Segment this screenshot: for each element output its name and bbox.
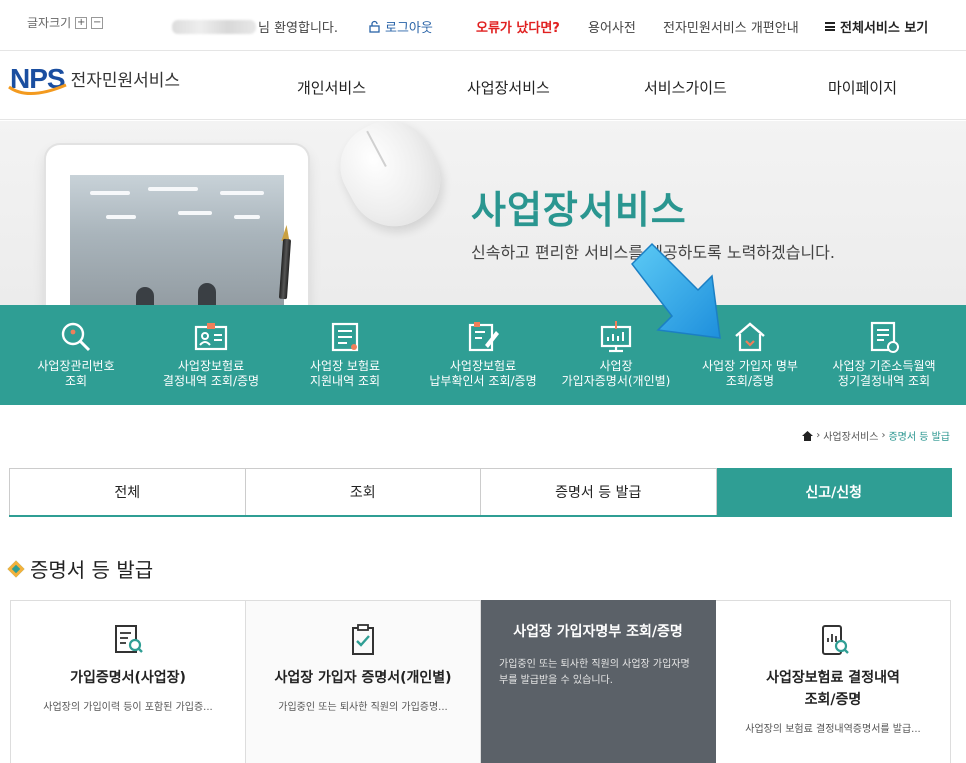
- nps-logo[interactable]: NPS 전자민원서비스: [8, 65, 181, 95]
- blurred-user-name: [172, 19, 256, 34]
- renewal-notice-link[interactable]: 전자민원서비스 개편안내: [663, 17, 799, 36]
- tab-inquiry[interactable]: 조회: [245, 468, 481, 515]
- card-business-certificate[interactable]: 가입증명서(사업장) 사업장의 가입이력 등이 포함된 가입증...: [10, 600, 246, 763]
- font-size-control: 글자크기 + −: [27, 14, 104, 31]
- gnb-personal-service[interactable]: 개인서비스: [297, 77, 366, 98]
- quick-label-line1: 사업장 보험료: [309, 359, 381, 373]
- quick-premium-decision[interactable]: 사업장보험료 결정내역 조회/증명: [150, 305, 272, 405]
- quick-business-number-lookup[interactable]: 사업장관리번호 조회: [20, 305, 132, 405]
- quick-standard-income[interactable]: 사업장 기준소득월액 정기결정내역 조회: [822, 305, 946, 405]
- menu-icon: [825, 22, 835, 31]
- quick-premium-support[interactable]: 사업장 보험료 지원내역 조회: [290, 305, 400, 405]
- breadcrumb-separator: ›: [881, 430, 886, 441]
- logout-link[interactable]: 로그아웃: [368, 17, 433, 36]
- breadcrumb-separator: ›: [816, 430, 821, 441]
- logout-label: 로그아웃: [385, 21, 433, 36]
- card-title-line2: 조회/증명: [804, 692, 862, 708]
- gnb-my-page[interactable]: 마이페이지: [828, 77, 897, 98]
- quick-label-line2: 지원내역 조회: [309, 374, 381, 388]
- hero-title: 사업장서비스: [471, 188, 687, 232]
- card-title: 가입증명서(사업장): [70, 670, 186, 686]
- document-list-icon: [331, 322, 359, 352]
- breadcrumb-current: 증명서 등 발급: [888, 432, 950, 443]
- card-premium-decision[interactable]: 사업장보험료 결정내역 조회/증명 사업장의 보험료 결정내역증명서를 발급..…: [716, 600, 951, 763]
- quick-label-line2: 가입자증명서(개인별): [561, 374, 671, 388]
- office-photo: [70, 175, 284, 305]
- all-services-label: 전체서비스 보기: [840, 21, 929, 36]
- quick-label-line2: 조회/증명: [725, 374, 775, 388]
- quick-label-line2: 조회: [64, 374, 88, 388]
- card-title: 사업장 가입자명부 조회/증명: [513, 624, 683, 640]
- section-title-text: 증명서 등 발급: [30, 558, 154, 582]
- breadcrumb: › 사업장서비스 › 증명서 등 발급: [802, 428, 950, 443]
- quick-label-line1: 사업장 기준소득월액: [832, 359, 936, 373]
- font-increase-button[interactable]: +: [75, 16, 88, 29]
- card-title: 사업장 가입자 증명서(개인별): [274, 670, 452, 686]
- tab-all[interactable]: 전체: [9, 468, 246, 515]
- card-description: 사업장의 가입이력 등이 포함된 가입증...: [43, 702, 213, 713]
- house-icon: [735, 322, 765, 352]
- gnb-service-guide[interactable]: 서비스가이드: [644, 77, 727, 98]
- logo-service-name: 전자민원서비스: [70, 71, 181, 91]
- glossary-link[interactable]: 용어사전: [588, 17, 636, 36]
- quick-label-line1: 사업장관리번호: [37, 359, 115, 373]
- document-search-icon: [115, 625, 143, 653]
- font-size-label: 글자크기: [27, 16, 72, 30]
- service-cards: 가입증명서(사업장) 사업장의 가입이력 등이 포함된 가입증... 사업장 가…: [10, 600, 951, 763]
- edit-document-icon: [468, 322, 499, 352]
- card-description: 가입중인 또는 퇴사한 직원의 가입증명...: [278, 702, 448, 713]
- quick-menu-band: 사업장관리번호 조회 사업장보험료 결정내역 조회/증명 사업장 보험료 지원내…: [0, 305, 966, 405]
- welcome-message: 님 환영합니다.: [172, 17, 338, 36]
- home-icon[interactable]: [802, 430, 814, 441]
- gnb-business-service[interactable]: 사업장서비스: [467, 77, 550, 98]
- pointer-arrow-icon: [631, 242, 721, 339]
- card-description: 가입중인 또는 퇴사한 직원의 사업장 가입자명부를 발급받을 수 있습니다.: [499, 659, 690, 686]
- card-member-certificate[interactable]: 사업장 가입자 증명서(개인별) 가입중인 또는 퇴사한 직원의 가입증명...: [246, 600, 481, 763]
- section-title: 증명서 등 발급: [7, 554, 154, 583]
- all-services-link[interactable]: 전체서비스 보기: [825, 17, 928, 36]
- card-member-roster[interactable]: 사업장 가입자명부 조회/증명 가입중인 또는 퇴사한 직원의 사업장 가입자명…: [481, 600, 716, 763]
- breadcrumb-parent[interactable]: 사업장서비스: [823, 428, 878, 443]
- tab-report-application[interactable]: 신고/신청: [716, 468, 952, 515]
- quick-label-line1: 사업장 가입자 명부: [702, 359, 798, 373]
- id-card-icon: [194, 323, 228, 351]
- category-tabs: 전체 조회 증명서 등 발급 신고/신청: [9, 468, 952, 517]
- main-navigation: NPS 전자민원서비스 개인서비스 사업장서비스 서비스가이드 마이페이지: [0, 50, 966, 120]
- quick-label-line1: 사업장보험료: [449, 359, 517, 373]
- hero-banner: 사업장서비스 신속하고 편리한 서비스를 제공하도록 노력하겠습니다.: [0, 121, 966, 305]
- card-description: 사업장의 보험료 결정내역증명서를 발급...: [745, 724, 921, 735]
- quick-label-line1: 사업장: [599, 359, 633, 373]
- welcome-text: 님 환영합니다.: [258, 21, 339, 36]
- logo-swoosh-icon: [8, 83, 67, 95]
- clipboard-check-icon: [352, 624, 374, 655]
- card-title-line1: 사업장보험료 결정내역: [766, 670, 900, 686]
- font-decrease-button[interactable]: −: [91, 16, 104, 29]
- quick-label-line1: 사업장보험료: [177, 359, 245, 373]
- search-icon: [61, 322, 91, 352]
- quick-payment-confirmation[interactable]: 사업장보험료 납부확인서 조회/증명: [418, 305, 548, 405]
- diamond-bullet-icon: [7, 560, 25, 577]
- quick-label-line2: 정기결정내역 조회: [837, 374, 931, 388]
- tablet-illustration: [46, 145, 308, 305]
- report-icon: [870, 321, 899, 353]
- top-utility-bar: 글자크기 + − 님 환영합니다. 로그아웃 오류가 났다면? 용어사전 전자민…: [0, 0, 966, 50]
- error-report-link[interactable]: 오류가 났다면?: [476, 17, 560, 36]
- tab-certificate[interactable]: 증명서 등 발급: [481, 468, 717, 515]
- lock-icon: [369, 20, 380, 33]
- tablet-chart-search-icon: [822, 625, 849, 655]
- quick-label-line2: 납부확인서 조회/증명: [429, 374, 537, 388]
- quick-label-line2: 결정내역 조회/증명: [162, 374, 260, 388]
- mouse-illustration: [325, 121, 457, 243]
